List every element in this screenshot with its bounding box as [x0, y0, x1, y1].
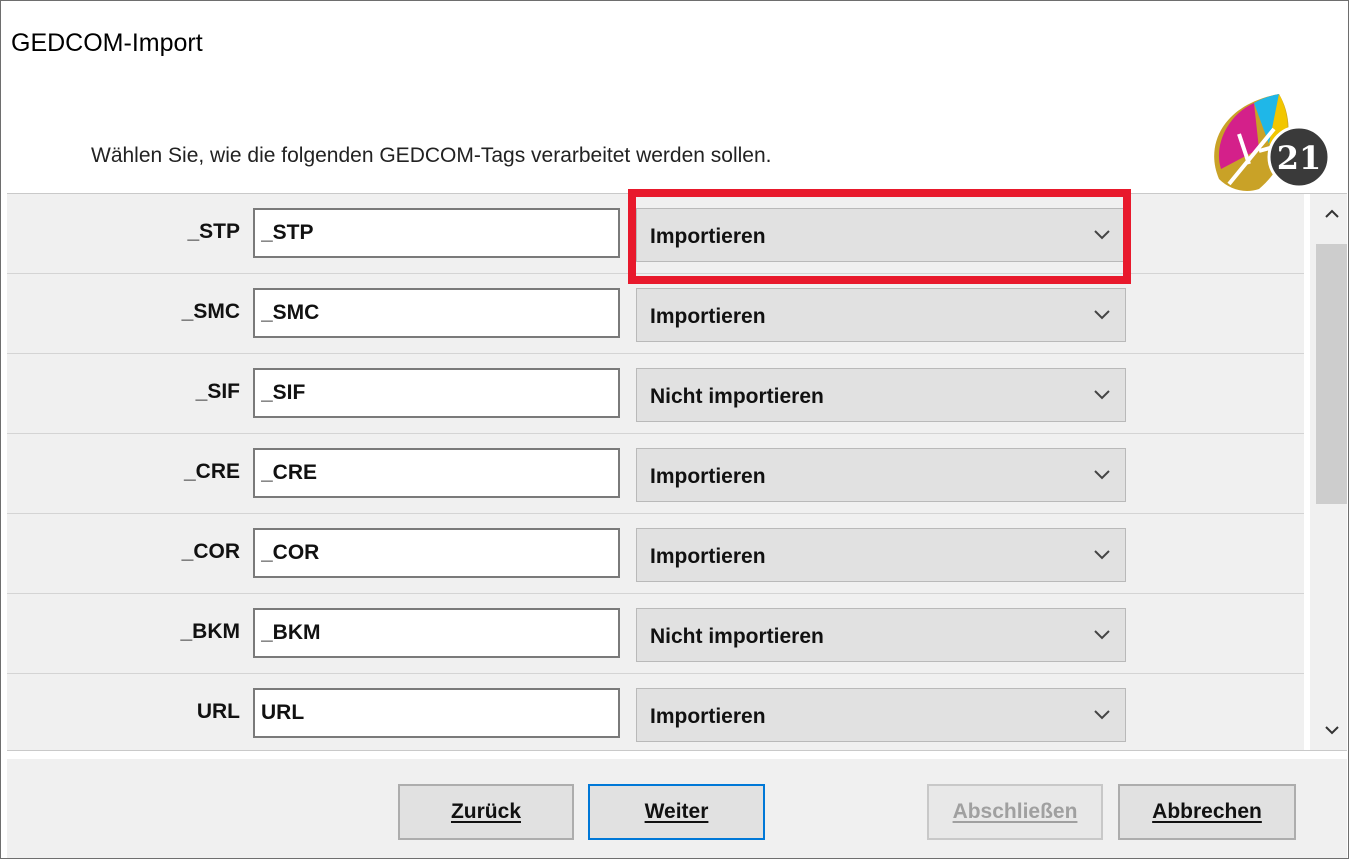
gedcom-import-dialog: GEDCOM-Import Wählen Sie, wie die folgen…	[0, 0, 1349, 859]
import-option-select[interactable]: Importieren	[636, 208, 1126, 262]
finish-button[interactable]: Abschließen	[927, 784, 1103, 840]
tag-label: _SIF	[195, 380, 240, 403]
scroll-down-button[interactable]	[1310, 710, 1347, 750]
tag-label: _CRE	[183, 460, 240, 483]
chevron-down-icon	[1094, 230, 1110, 240]
tag-label: _BKM	[180, 620, 240, 643]
import-option-select[interactable]: Nicht importieren	[636, 368, 1126, 422]
cancel-button[interactable]: Abbrechen	[1118, 784, 1296, 840]
import-option-value: Importieren	[650, 705, 766, 728]
next-button[interactable]: Weiter	[588, 784, 765, 840]
tag-name-input[interactable]	[253, 288, 620, 338]
chevron-down-icon	[1094, 390, 1110, 400]
import-option-select[interactable]: Importieren	[636, 288, 1126, 342]
import-option-value: Importieren	[650, 465, 766, 488]
chevron-down-icon	[1094, 470, 1110, 480]
chevron-down-icon	[1094, 630, 1110, 640]
tag-row: _BKM Nicht importieren	[7, 594, 1304, 674]
tag-row: _CRE Importieren	[7, 434, 1304, 514]
scroll-up-button[interactable]	[1310, 194, 1347, 234]
tag-label: _COR	[181, 540, 240, 563]
tag-row: _SIF Nicht importieren	[7, 354, 1304, 434]
ahnenblatt-21-logo-icon: 21	[1214, 94, 1331, 191]
chevron-up-icon	[1324, 209, 1339, 218]
tag-name-input[interactable]	[253, 368, 620, 418]
chevron-down-icon	[1094, 550, 1110, 560]
import-option-select[interactable]: Importieren	[636, 448, 1126, 502]
import-option-value: Importieren	[650, 545, 766, 568]
logo-label: 21	[1277, 139, 1322, 177]
button-bar: Zurück Weiter Abschließen Abbrechen	[7, 759, 1347, 858]
import-option-select[interactable]: Importieren	[636, 688, 1126, 742]
back-button[interactable]: Zurück	[398, 784, 574, 840]
tag-label: URL	[196, 700, 240, 723]
tag-label: _STP	[187, 220, 240, 243]
tag-list: _STP Importieren _SMC Importieren _SIF	[7, 193, 1347, 751]
tag-name-input[interactable]	[253, 688, 620, 738]
import-option-value: Importieren	[650, 305, 766, 328]
tag-row: _SMC Importieren	[7, 274, 1304, 354]
tag-rows: _STP Importieren _SMC Importieren _SIF	[7, 194, 1304, 750]
tag-name-input[interactable]	[253, 208, 620, 258]
tag-label: _SMC	[181, 300, 240, 323]
tag-row: URL Importieren	[7, 674, 1304, 750]
chevron-down-icon	[1094, 710, 1110, 720]
tag-row: _STP Importieren	[7, 194, 1304, 274]
tag-row: _COR Importieren	[7, 514, 1304, 594]
tag-name-input[interactable]	[253, 448, 620, 498]
instruction-text: Wählen Sie, wie die folgenden GEDCOM-Tag…	[91, 144, 772, 167]
import-option-select[interactable]: Importieren	[636, 528, 1126, 582]
vertical-scrollbar[interactable]	[1310, 194, 1347, 750]
import-option-select[interactable]: Nicht importieren	[636, 608, 1126, 662]
chevron-down-icon	[1324, 726, 1339, 735]
scrollbar-thumb[interactable]	[1316, 244, 1347, 504]
import-option-value: Nicht importieren	[650, 385, 824, 408]
import-option-value: Importieren	[650, 225, 766, 248]
dialog-title: GEDCOM-Import	[11, 29, 203, 57]
tag-name-input[interactable]	[253, 528, 620, 578]
import-option-value: Nicht importieren	[650, 625, 824, 648]
tag-name-input[interactable]	[253, 608, 620, 658]
chevron-down-icon	[1094, 310, 1110, 320]
